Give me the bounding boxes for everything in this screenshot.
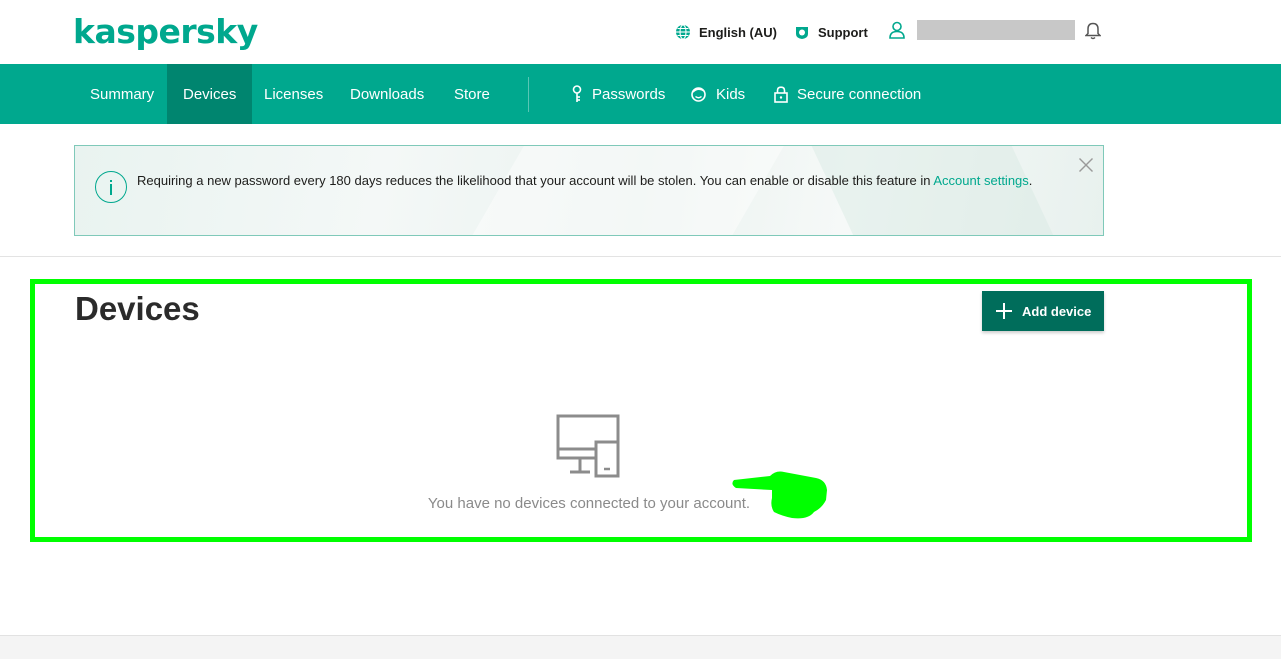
notice-suffix: . [1028,173,1033,188]
notice-message: Requiring a new password every 180 days … [137,171,1077,191]
add-device-label: Add device [1022,303,1092,319]
language-selector[interactable]: English (AU) [675,22,777,42]
key-icon [572,85,582,102]
section-divider [0,256,1281,257]
nav-label: Devices [183,85,237,103]
notice-text: Requiring a new password every 180 days … [137,173,934,188]
pointing-hand-icon [730,466,830,527]
lock-icon [774,85,788,103]
nav-passwords[interactable]: Passwords [555,64,681,124]
kaspersky-logo[interactable]: kaspersky [73,12,258,51]
account-settings-link[interactable]: Account settings [933,173,1028,188]
nav-label: Licenses [264,85,324,103]
add-device-button[interactable]: Add device [982,291,1104,331]
nav-divider [528,77,529,112]
page-footer [0,635,1281,659]
nav-label: Store [454,85,490,103]
nav-label: Secure connection [797,85,922,103]
nav-label: Downloads [350,85,425,103]
user-name-redacted [917,20,1075,40]
nav-store[interactable]: Store [438,64,506,124]
user-icon [889,21,905,39]
nav-licenses[interactable]: Licenses [248,64,339,124]
nav-kids[interactable]: Kids [674,64,761,124]
user-account-menu[interactable] [889,20,1075,40]
language-label: English (AU) [699,24,777,40]
globe-icon [676,24,690,40]
empty-devices-message: You have no devices connected to your ac… [427,495,751,512]
nav-devices[interactable]: Devices [167,64,253,124]
notifications-bell-icon[interactable] [1084,22,1102,45]
devices-icon [556,414,622,483]
main-navigation: Summary Devices Licenses Downloads Store… [0,64,1281,124]
nav-secure-connection[interactable]: Secure connection [758,64,937,124]
page-title: Devices [75,290,200,327]
support-icon [796,27,808,39]
close-icon[interactable] [1078,157,1094,173]
nav-summary[interactable]: Summary [74,64,170,124]
nav-label: Kids [716,85,746,103]
nav-label: Summary [90,85,155,103]
info-icon [95,171,127,203]
nav-label: Passwords [592,85,666,103]
nav-downloads[interactable]: Downloads [334,64,440,124]
support-label: Support [818,24,868,40]
top-header: kaspersky English (AU) Support [0,0,1281,64]
plus-icon [996,303,1012,319]
password-notice-banner: Requiring a new password every 180 days … [74,145,1104,236]
kids-icon [691,86,706,102]
support-link[interactable]: Support [794,22,868,42]
